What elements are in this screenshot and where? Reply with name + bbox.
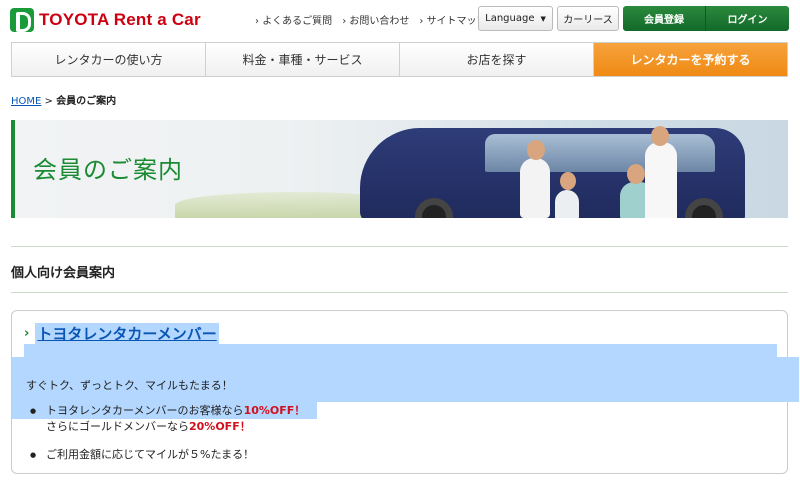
breadcrumb-home-link[interactable]: HOME — [11, 96, 41, 107]
benefit-text: トヨタレンタカーメンバーのお客様なら — [46, 404, 244, 417]
nav-reserve[interactable]: レンタカーを予約する — [594, 43, 787, 76]
breadcrumb: HOME > 会員のご案内 — [11, 92, 116, 107]
toyota-rentacar-logo-icon — [10, 8, 34, 32]
list-item: トヨタレンタカーメンバーのお客様なら10%OFF！ — [30, 403, 305, 419]
chevron-right-icon: › — [24, 326, 30, 341]
list-item: ご利用金額に応じてマイルが５%たまる！ — [30, 447, 305, 463]
sitemap-link[interactable]: サイトマップ — [419, 12, 487, 27]
contact-link[interactable]: お問い合わせ — [342, 12, 409, 27]
brand-logo[interactable]: TOYOTA Rent a Car — [10, 7, 201, 33]
card-lead-text: すぐトク、ずっとトク、マイルもたまる！ — [26, 379, 233, 392]
caret-down-icon: ▼ — [540, 14, 546, 23]
page-title: 会員のご案内 — [33, 156, 183, 184]
family-member-head — [651, 126, 669, 146]
login-button[interactable]: ログイン — [706, 6, 789, 31]
card-heading: › トヨタレンタカーメンバー — [24, 323, 219, 344]
member-card: › トヨタレンタカーメンバー すぐトク、ずっとトク、マイルもたまる！ トヨタレン… — [11, 310, 799, 474]
breadcrumb-separator: > — [44, 96, 53, 107]
toyota-member-link[interactable]: トヨタレンタカーメンバー — [35, 323, 219, 344]
faq-link[interactable]: よくあるご質問 — [255, 12, 332, 27]
benefit-text: さらにゴールドメンバーなら — [46, 420, 189, 433]
page-banner: 会員のご案内 — [11, 120, 788, 218]
language-label: Language — [485, 13, 535, 24]
nav-price-services[interactable]: 料金・車種・サービス — [206, 43, 400, 76]
family-member — [520, 158, 550, 218]
divider — [11, 292, 788, 293]
car-lease-button[interactable]: カーリース — [557, 6, 619, 31]
divider — [11, 246, 788, 247]
member-register-button[interactable]: 会員登録 — [623, 6, 706, 31]
van-window — [485, 134, 715, 172]
family-member — [555, 190, 579, 218]
utility-links: よくあるご質問 お問い合わせ サイトマップ — [255, 12, 487, 27]
benefit-text: ご利用金額に応じてマイルが５%たまる！ — [46, 448, 255, 461]
family-member-head — [527, 140, 545, 160]
breadcrumb-current: 会員のご案内 — [56, 96, 117, 107]
language-button[interactable]: Language ▼ — [478, 6, 553, 31]
text-selection-highlight — [24, 344, 777, 357]
discount-highlight: 10%OFF！ — [243, 404, 306, 417]
discount-highlight: 20%OFF！ — [189, 420, 251, 433]
family-member-head — [560, 172, 576, 190]
global-nav: レンタカーの使い方 料金・車種・サービス お店を探す レンタカーを予約する — [11, 42, 788, 77]
family-member-head — [627, 164, 645, 184]
section-title: 個人向け会員案内 — [11, 266, 116, 281]
nav-how-to-use[interactable]: レンタカーの使い方 — [12, 43, 206, 76]
nav-find-store[interactable]: お店を探す — [400, 43, 594, 76]
benefit-list: トヨタレンタカーメンバーのお客様なら10%OFF！ さらにゴールドメンバーなら2… — [30, 403, 305, 463]
site-header: TOYOTA Rent a Car よくあるご質問 お問い合わせ サイトマップ … — [0, 0, 800, 40]
family-member — [645, 142, 677, 218]
logo-text: TOYOTA Rent a Car — [39, 10, 201, 29]
list-item: さらにゴールドメンバーなら20%OFF！ — [30, 419, 305, 435]
